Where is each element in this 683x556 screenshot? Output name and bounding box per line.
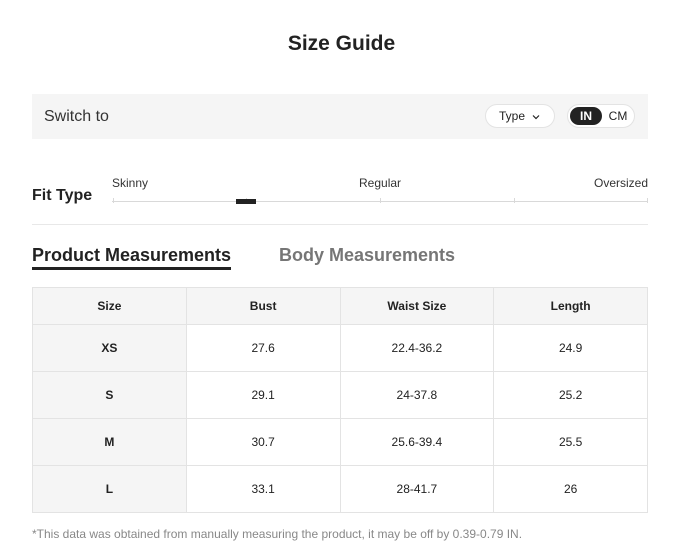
cell-bust: 29.1 (185, 371, 341, 419)
fit-track-tick (514, 198, 515, 203)
measurement-footnote: *This data was obtained from manually me… (32, 527, 523, 541)
fit-type-label: Fit Type (32, 187, 93, 204)
cell-waist-size: 22.4-36.2 (339, 324, 495, 372)
chevron-down-icon (531, 111, 541, 121)
table-header-row: Size Bust Waist Size Length (32, 287, 648, 325)
table-row: S 29.1 24-37.8 25.2 (32, 371, 648, 419)
table-row: M 30.7 25.6-39.4 25.5 (32, 418, 648, 466)
fit-type-indicator (236, 199, 256, 204)
switch-bar: Switch to Type IN CM (32, 94, 648, 139)
cell-waist-size: 28-41.7 (339, 465, 495, 513)
header-bust: Bust (185, 287, 341, 325)
header-length: Length (493, 287, 648, 325)
fit-track-tick (380, 198, 381, 203)
cell-length: 25.2 (493, 371, 648, 419)
header-waist-size: Waist Size (339, 287, 495, 325)
cell-bust: 33.1 (185, 465, 341, 513)
tab-product-measurements[interactable]: Product Measurements (32, 245, 231, 266)
cell-bust: 27.6 (185, 324, 341, 372)
page-title: Size Guide (287, 32, 396, 55)
cell-length: 25.5 (493, 418, 648, 466)
cell-size: S (32, 371, 187, 419)
fit-track-tick (647, 198, 648, 203)
section-divider (32, 224, 648, 225)
table-row: L 33.1 28-41.7 26 (32, 465, 648, 513)
cell-size: L (32, 465, 187, 513)
cell-length: 24.9 (493, 324, 648, 372)
active-tab-underline (32, 267, 231, 270)
header-size: Size (32, 287, 187, 325)
fit-tick-regular: Regular (359, 176, 402, 190)
unit-in-button[interactable]: IN (570, 107, 602, 125)
cell-size: XS (32, 324, 187, 372)
fit-tick-skinny: Skinny (112, 176, 149, 190)
fit-track-tick (113, 198, 114, 203)
cell-bust: 30.7 (185, 418, 341, 466)
unit-toggle: IN CM (567, 104, 635, 128)
table-row: XS 27.6 22.4-36.2 24.9 (32, 324, 648, 372)
cell-waist-size: 25.6-39.4 (339, 418, 495, 466)
type-dropdown-label: Type (498, 109, 525, 123)
unit-cm-button[interactable]: CM (604, 107, 632, 125)
cell-length: 26 (493, 465, 648, 513)
cell-waist-size: 24-37.8 (339, 371, 495, 419)
size-table: Size Bust Waist Size Length XS 27.6 22.4… (32, 287, 648, 513)
fit-tick-oversized: Oversized (594, 176, 649, 190)
cell-size: M (32, 418, 187, 466)
switch-label: Switch to (44, 108, 109, 125)
tab-body-measurements[interactable]: Body Measurements (279, 245, 455, 266)
size-guide-page: Size Guide Switch to Type IN CM Fit Type… (0, 0, 683, 556)
type-dropdown[interactable]: Type (485, 104, 555, 128)
